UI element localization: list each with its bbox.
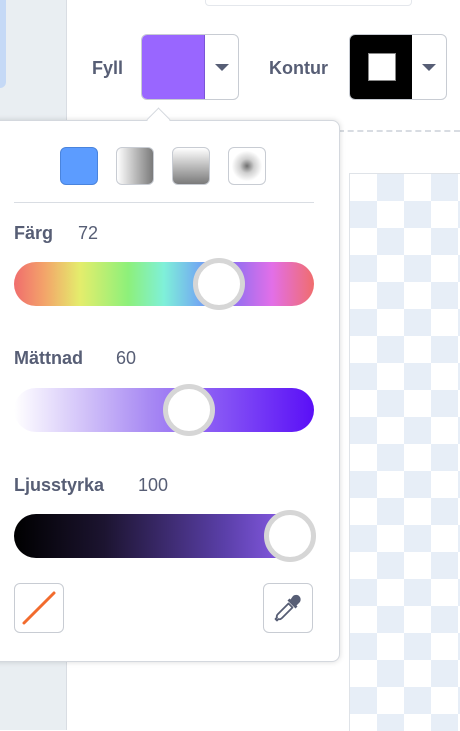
no-color-button[interactable] <box>14 583 64 633</box>
fill-label: Fyll <box>92 58 124 78</box>
gradient-type-selector <box>60 147 266 185</box>
eyedropper-icon <box>274 594 301 622</box>
fill-dropdown-button[interactable] <box>205 35 238 99</box>
saturation-slider-value: 60 <box>116 348 137 368</box>
color-slider-label: Färg <box>14 223 54 243</box>
brightness-slider-label: Ljusstyrka <box>14 475 105 495</box>
outline-color-swatch[interactable] <box>350 35 412 99</box>
outline-dropdown-button[interactable] <box>412 35 446 99</box>
eyedropper-button[interactable] <box>263 583 313 633</box>
brightness-slider-handle[interactable] <box>264 510 316 562</box>
brightness-slider-value: 100 <box>138 475 169 495</box>
chevron-down-icon <box>214 63 229 71</box>
gradient-vertical-button[interactable] <box>172 147 210 185</box>
gradient-radial-button[interactable] <box>228 147 266 185</box>
outline-label: Kontur <box>269 58 328 78</box>
color-slider-value: 72 <box>78 223 99 243</box>
fill-color-picker[interactable] <box>141 34 239 100</box>
selected-costume-tab-edge[interactable] <box>0 0 6 88</box>
saturation-slider-label: Mättnad <box>14 348 83 368</box>
color-slider-track[interactable] <box>14 262 314 306</box>
chevron-down-icon <box>422 63 436 71</box>
no-color-slash-icon <box>22 591 56 625</box>
gradient-horizontal-button[interactable] <box>116 147 154 185</box>
toolbar-divider <box>338 130 460 132</box>
gradient-solid-button[interactable] <box>60 147 98 185</box>
fill-color-swatch[interactable] <box>142 35 205 99</box>
costume-name-field-edge[interactable] <box>205 0 412 6</box>
outline-inner-box <box>368 53 396 81</box>
saturation-slider-handle[interactable] <box>163 384 215 436</box>
outline-color-picker[interactable] <box>349 34 447 100</box>
color-slider-handle[interactable] <box>193 258 245 310</box>
paint-canvas[interactable] <box>349 173 460 731</box>
popup-divider <box>14 202 314 203</box>
